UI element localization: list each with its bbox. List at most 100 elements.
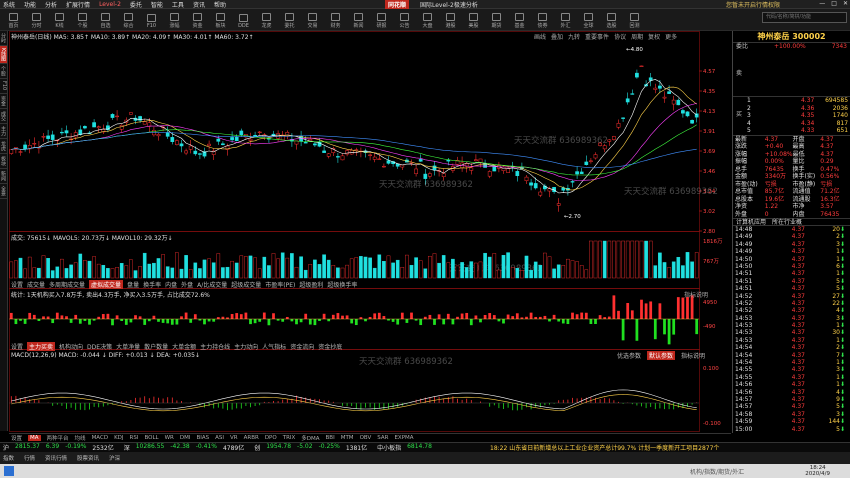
tab-item[interactable]: 设置 [11,342,23,351]
tab-item[interactable]: OBV [360,435,372,441]
tab-item[interactable]: 资金流向 [290,342,314,351]
search-input[interactable]: 代码/名称/简拼/功能 [762,12,847,23]
kline-chart[interactable]: 4.574.354.133.913.693.463.243.022.80←4.8… [9,31,731,433]
tab-item[interactable]: 主力买卖 [27,342,56,351]
buy-level-row[interactable]: 1 4.37 694585 [733,97,850,105]
status-item[interactable]: 股票资讯 [77,454,99,462]
tab-item[interactable]: 资金抄底 [318,342,342,351]
left-tab[interactable]: 全景 [0,184,7,199]
toolbar-button[interactable]: 美股 [463,10,484,29]
tab-item[interactable]: 周期 [631,32,643,41]
toolbar-button[interactable]: F10 [141,10,162,29]
tab-item[interactable]: 超级盈利 [299,280,323,289]
toolbar-button[interactable]: 交易 [302,10,323,29]
toolbar-button[interactable]: DDE [233,10,254,29]
menu-item-smart[interactable]: 智能 [151,0,163,9]
toolbar-button[interactable]: 板块 [210,10,231,29]
tab-item[interactable]: 主力持仓线 [200,342,230,351]
tab-item[interactable]: TRIX [283,435,296,441]
menu-item-order[interactable]: 委托 [130,0,142,9]
tab-item[interactable]: MA [28,435,41,441]
index-quote[interactable]: 中小板指 6814.78 [377,443,450,452]
tab-item[interactable]: 所在行业概 [772,219,802,226]
tab-item[interactable]: 叠加 [551,32,563,41]
tab-item[interactable]: 重要事件 [585,32,609,41]
toolbar-button[interactable]: 大盘 [417,10,438,29]
status-item[interactable]: 资讯行情 [45,454,67,462]
toolbar-button[interactable]: 港股 [440,10,461,29]
toolbar-button[interactable]: 选股 [601,10,622,29]
menu-item-ext[interactable]: 扩展行情 [66,0,90,9]
toolbar-button[interactable]: 自选 [95,10,116,29]
chart-area[interactable]: 4.57 4.35 4.13 3.91 3.69 3.46 3.24 3.02 2.80 ←4.8… [9,31,731,433]
menu-item-tools[interactable]: 工具 [172,0,184,9]
left-tab[interactable]: 板块 [0,154,7,169]
tab-item[interactable]: BBI [326,435,335,441]
close-icon[interactable]: ✕ [843,0,848,7]
tab-item[interactable]: 外盘 [181,280,193,289]
toolbar-button[interactable]: 龙虎 [256,10,277,29]
toolbar-button[interactable]: 外汇 [555,10,576,29]
buy-level-row[interactable]: 3 4.35 1740 [733,112,850,120]
toolbar-button[interactable]: 全球 [578,10,599,29]
index-quote[interactable]: 创 1954.78 -5.02 -0.25% 1381亿 [254,443,367,452]
tab-item[interactable]: 设置 [11,434,22,442]
tab-item[interactable]: 内盘 [165,280,177,289]
tab-item[interactable]: A/比成交量 [197,280,227,289]
toolbar-button[interactable]: 资金 [187,10,208,29]
menu-item-news[interactable]: 资讯 [193,0,205,9]
menu-item-function[interactable]: 功能 [24,0,36,9]
tab-item[interactable]: VR [230,435,238,441]
tab-item[interactable]: 大单净量 [116,342,140,351]
left-tab[interactable]: 个股 [0,64,7,80]
tab-item[interactable]: MACD [92,435,109,441]
tab-item[interactable]: 换手率 [143,280,161,289]
tab-item[interactable]: BOLL [144,435,158,441]
toolbar-button[interactable]: 期货 [486,10,507,29]
windows-start-icon[interactable] [4,466,14,476]
tab-item[interactable]: 散户数量 [144,342,168,351]
left-tab[interactable]: 新闻 [0,169,7,184]
status-item[interactable]: 沪深 [109,454,120,462]
toolbar-button[interactable]: 回测 [624,10,645,29]
taskbar-search[interactable]: 机构/指数/期货/外汇 [690,467,744,476]
news-ticker[interactable]: 18:22 山东省日前新增总以上工业企业资产总计99.7% 计划一季度新开工项目… [490,443,719,452]
minimize-icon[interactable]: — [819,0,825,7]
toolbar-button[interactable]: 委托 [279,10,300,29]
toolbar-button[interactable]: 财务 [325,10,346,29]
toolbar-button[interactable]: 首页 [3,10,24,29]
maximize-icon[interactable]: □ [831,0,837,7]
status-item[interactable]: 指数 [3,454,14,462]
tab-item[interactable]: 协议 [614,32,626,41]
tab-item[interactable]: DDE决策 [87,342,112,351]
tab-item[interactable]: 均线 [75,434,86,442]
tab-item[interactable]: MTM [341,435,354,441]
tab-item[interactable]: 超级换手率 [327,280,357,289]
tab-item[interactable]: 指标说明 [681,351,705,360]
toolbar-button[interactable]: 研报 [371,10,392,29]
toolbar-button[interactable]: 基金 [509,10,530,29]
buy-level-row[interactable]: 2 4.36 2036 [733,105,850,113]
tab-item[interactable]: 更多 [665,32,677,41]
tab-item[interactable]: 设置 [11,280,23,289]
toolbar-button[interactable]: 涨幅 [164,10,185,29]
toolbar-button[interactable]: 综合 [118,10,139,29]
tab-item[interactable]: 多DMA [301,434,319,442]
tab-item[interactable]: 九转 [568,32,580,41]
tab-item[interactable]: RSI [130,435,139,441]
tab-item[interactable]: ASI [215,435,224,441]
tab-item[interactable]: 超级成交量 [231,280,261,289]
account-status[interactable]: 您暂未开启行情权限 [726,0,780,9]
tab-item[interactable]: 市盈率(PE) [265,280,295,289]
tab-item[interactable]: ARBR [244,435,259,441]
menu-item-analysis[interactable]: 分析 [45,0,57,9]
left-tab[interactable]: K线图 [0,46,7,65]
status-item[interactable]: 行情 [24,454,35,462]
tab-item[interactable]: 计算机应用 [736,219,766,226]
fund-help-button[interactable]: 指标说明 [684,290,708,299]
tab-item[interactable]: 人气指标 [262,342,286,351]
tab-item[interactable]: BIAS [196,435,209,441]
buy-level-row[interactable]: 4 4.34 817 [733,120,850,128]
tab-item[interactable]: 优选参数 [617,351,641,360]
tab-item[interactable]: KDJ [114,435,123,441]
